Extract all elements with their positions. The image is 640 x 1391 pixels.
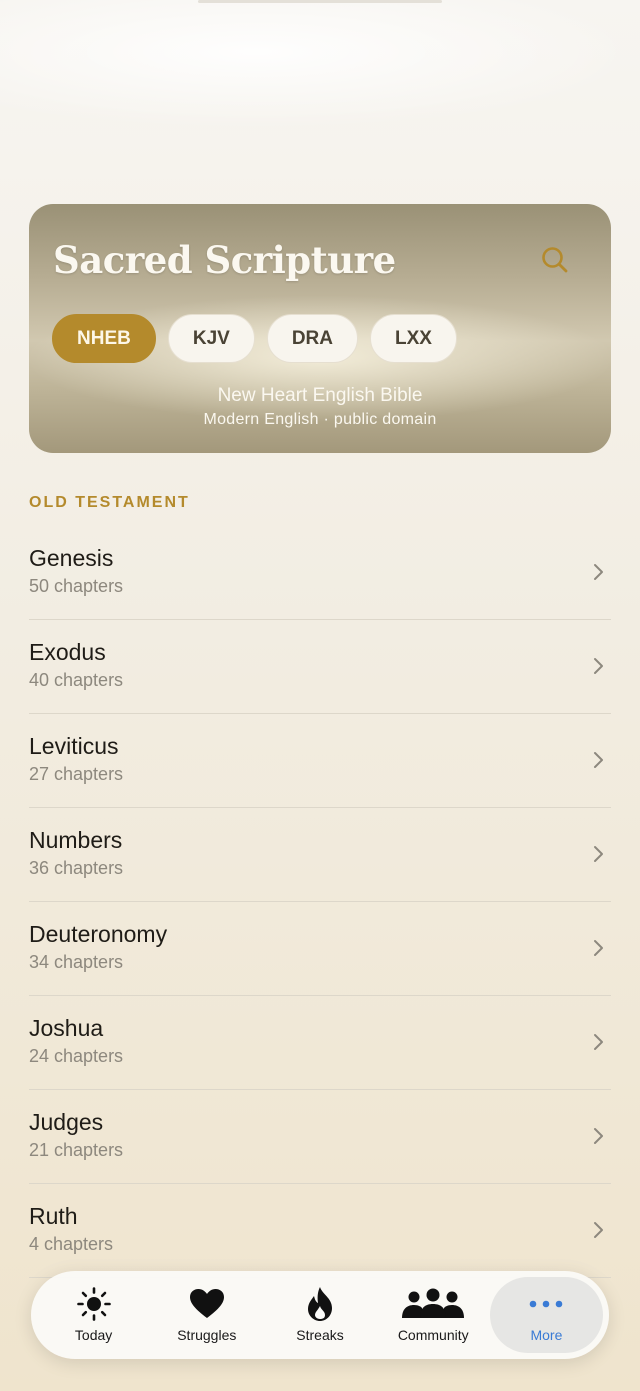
- book-chapter-count: 27 chapters: [29, 764, 124, 784]
- tab-today[interactable]: Today: [37, 1277, 150, 1353]
- flame-icon: [308, 1287, 332, 1321]
- chevron-right-icon: [594, 1034, 603, 1050]
- book-name: Genesis: [29, 545, 114, 571]
- tab-label: More: [530, 1327, 563, 1343]
- tab-struggles[interactable]: Struggles: [150, 1277, 263, 1353]
- version-chip-kjv[interactable]: KJV: [167, 314, 255, 363]
- section-heading: OLD TESTAMENT: [29, 494, 190, 511]
- status-indicator: [198, 0, 442, 3]
- tab-label: Streaks: [296, 1327, 344, 1343]
- book-chapter-count: 24 chapters: [29, 1046, 124, 1066]
- tab-more[interactable]: More: [489, 1277, 604, 1353]
- top-background: [0, 0, 640, 130]
- book-chapter-count: 4 chapters: [29, 1234, 114, 1254]
- version-chip-dra[interactable]: DRA: [266, 314, 358, 363]
- book-row-joshua[interactable]: Joshua 24 chapters: [29, 996, 611, 1090]
- version-chip-nheb[interactable]: NHEB: [52, 314, 156, 363]
- chevron-right-icon: [594, 752, 603, 768]
- page-title: Sacred Scripture: [53, 238, 396, 282]
- book-row-ruth[interactable]: Ruth 4 chapters: [29, 1184, 611, 1278]
- book-chapter-count: 36 chapters: [29, 858, 124, 878]
- book-chapter-count: 40 chapters: [29, 670, 124, 690]
- chevron-right-icon: [594, 658, 603, 674]
- book-row-judges[interactable]: Judges 21 chapters: [29, 1090, 611, 1184]
- book-row-genesis[interactable]: Genesis 50 chapters: [29, 526, 611, 620]
- sun-icon: [76, 1287, 111, 1321]
- selected-version-name: New Heart English Bible: [217, 385, 423, 406]
- chevron-right-icon: [594, 846, 603, 862]
- book-row-numbers[interactable]: Numbers 36 chapters: [29, 808, 611, 902]
- book-name: Exodus: [29, 639, 106, 665]
- selected-version-description: Modern English · public domain: [203, 411, 437, 428]
- heart-icon: [189, 1289, 224, 1318]
- book-row-deuteronomy[interactable]: Deuteronomy 34 chapters: [29, 902, 611, 996]
- tab-label: Struggles: [177, 1327, 237, 1343]
- book-chapter-count: 21 chapters: [29, 1140, 124, 1160]
- tab-community[interactable]: Community: [377, 1277, 490, 1353]
- people-icon: [402, 1288, 465, 1318]
- book-name: Ruth: [29, 1203, 78, 1229]
- chevron-right-icon: [594, 564, 603, 580]
- chevron-right-icon: [594, 940, 603, 956]
- search-icon: [542, 247, 568, 273]
- book-chapter-count: 50 chapters: [29, 576, 124, 596]
- version-selector: NHEB KJV DRA LXX: [52, 314, 457, 363]
- book-list: Genesis 50 chapters Exodus 40 chapters L…: [29, 526, 611, 1278]
- book-row-exodus[interactable]: Exodus 40 chapters: [29, 620, 611, 714]
- version-chip-lxx[interactable]: LXX: [369, 314, 457, 363]
- tab-bar: Today Struggles Streaks Community More: [31, 1271, 609, 1359]
- more-icon: [530, 1300, 563, 1308]
- book-chapter-count: 34 chapters: [29, 952, 124, 972]
- tab-label: Community: [397, 1327, 469, 1343]
- book-name: Joshua: [29, 1015, 104, 1041]
- tab-streaks[interactable]: Streaks: [263, 1277, 376, 1353]
- chevron-right-icon: [594, 1222, 603, 1238]
- book-name: Judges: [29, 1109, 104, 1135]
- book-name: Deuteronomy: [29, 921, 168, 947]
- chevron-right-icon: [594, 1128, 603, 1144]
- tab-label: Today: [74, 1327, 113, 1343]
- book-name: Leviticus: [29, 733, 119, 759]
- book-name: Numbers: [29, 827, 123, 853]
- book-row-leviticus[interactable]: Leviticus 27 chapters: [29, 714, 611, 808]
- scripture-header-card: Sacred Scripture NHEB KJV DRA LXX New He…: [29, 204, 611, 453]
- search-button[interactable]: [535, 240, 575, 280]
